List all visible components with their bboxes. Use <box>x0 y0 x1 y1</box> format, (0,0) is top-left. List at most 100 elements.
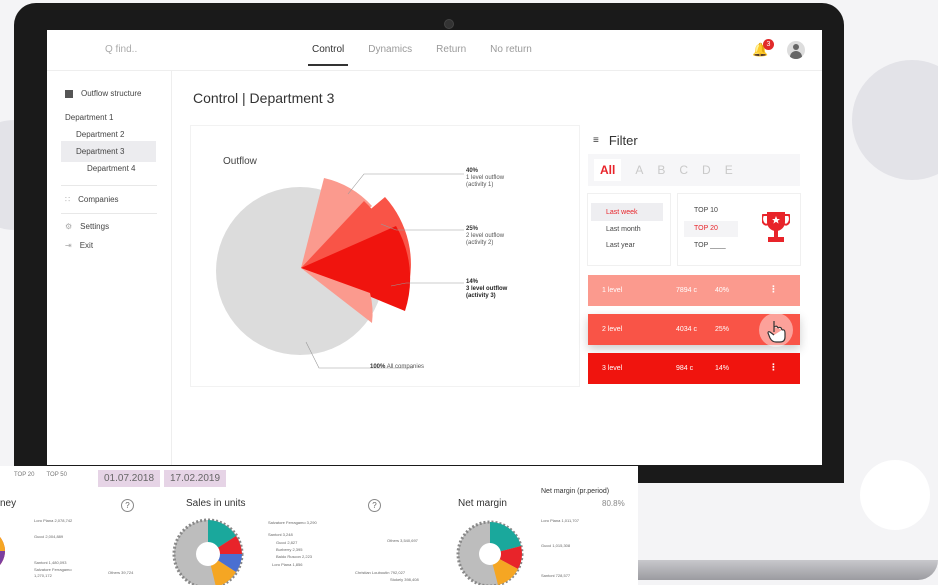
level-row-3[interactable]: 3 level 984 c 14% ⋮ <box>588 353 800 384</box>
app-screen: Q find.. Control Dynamics Return No retu… <box>47 30 822 465</box>
annotation-line: 3 level outflow <box>466 286 508 292</box>
top-option-custom[interactable]: TOP ____ <box>694 242 726 249</box>
overlay-tabs: TOP 20 TOP 50 <box>14 472 67 478</box>
sidebar-item-department-2[interactable]: Department 2 <box>76 130 124 139</box>
margin-label: Santoni 728,577 <box>541 573 571 578</box>
sidebar-item-label: Settings <box>80 222 110 231</box>
tab-return[interactable]: Return <box>436 44 466 66</box>
level-name: 2 level <box>602 326 623 333</box>
margin-label: Gucci 1,015,308 <box>541 543 571 548</box>
tab-dynamics[interactable]: Dynamics <box>368 44 412 66</box>
units-label: Salvatore Ferragamo 3,290 <box>268 520 317 525</box>
sidebar-item-department-1[interactable]: Department 1 <box>65 113 113 122</box>
annotation-line: 1 level outflow <box>466 175 505 181</box>
sidebar-item-label: Outflow structure <box>81 89 142 98</box>
search-placeholder: Q find.. <box>105 44 138 55</box>
help-icon[interactable]: ? <box>368 499 381 512</box>
sidebar: Outflow structure Department 1 Departmen… <box>47 70 172 465</box>
top-option-20[interactable]: TOP 20 <box>694 225 718 232</box>
help-icon[interactable]: ? <box>121 499 134 512</box>
tab-top-20[interactable]: TOP 20 <box>14 472 34 478</box>
level-pct: 14% <box>715 365 730 372</box>
avatar[interactable] <box>787 41 805 59</box>
sidebar-item-label: Exit <box>79 241 94 250</box>
money-label: Santoni 1,480,093 <box>34 560 67 565</box>
sidebar-item-department-3[interactable]: Department 3 <box>76 147 124 156</box>
top-bar: Q find.. Control Dynamics Return No retu… <box>47 30 822 71</box>
money-title: ney <box>0 498 17 509</box>
letter-filter-a[interactable]: A <box>635 163 643 177</box>
exit-icon: ⇥ <box>65 241 72 250</box>
period-option-last-week[interactable]: Last week <box>606 209 638 216</box>
tab-top-50[interactable]: TOP 50 <box>46 472 66 478</box>
period-option-last-month[interactable]: Last month <box>606 226 641 233</box>
sidebar-item-department-4[interactable]: Department 4 <box>87 164 135 173</box>
letter-filter-all[interactable]: All <box>594 159 622 181</box>
filter-title: Filter <box>608 133 638 148</box>
sidebar-item-outflow-structure[interactable]: Outflow structure <box>65 89 141 98</box>
units-label: Baldo Ruscon 2,223 <box>276 554 313 559</box>
background-shape <box>860 460 930 530</box>
top-filter-card: TOP 10 TOP 20 TOP ____ <box>678 194 800 265</box>
sidebar-item-settings[interactable]: ⚙ Settings <box>65 222 109 231</box>
hand-cursor-icon <box>759 313 793 347</box>
more-icon[interactable]: ⋮ <box>769 284 778 295</box>
units-others-label: Others 39,724 <box>108 570 134 575</box>
divider <box>61 185 157 186</box>
level-pct: 25% <box>715 326 730 333</box>
annotation-level-3: 14% 3 level outflow (activity 3) <box>466 279 507 300</box>
tab-control[interactable]: Control <box>307 44 349 66</box>
filter-header: ≡ Filter <box>593 133 638 148</box>
level-name: 1 level <box>602 287 623 294</box>
tab-no-return[interactable]: No return <box>490 44 532 66</box>
annotation-line: (activity 3) <box>466 293 496 299</box>
overlay-dashboard: TOP 20 TOP 50 01.07.2018 17.02.2019 ney … <box>0 466 638 585</box>
letter-filter-c[interactable]: C <box>679 163 688 177</box>
top-option-10[interactable]: TOP 10 <box>694 207 718 214</box>
money-pie <box>0 537 5 565</box>
camera-icon <box>444 19 454 29</box>
units-label: Gucci 2,827 <box>276 540 298 545</box>
annotation-total-pct: 100% <box>370 364 386 370</box>
period-filter-card: Last week Last month Last year <box>588 194 670 265</box>
net-margin-value: 80.8% <box>602 499 625 508</box>
margin-pie <box>456 520 524 585</box>
period-option-last-year[interactable]: Last year <box>606 242 635 249</box>
divider <box>61 213 157 214</box>
sidebar-item-label: Companies <box>78 195 119 204</box>
search-input[interactable]: Q find.. <box>105 44 137 55</box>
annotation-line: (activity 2) <box>466 240 494 246</box>
units-label: Loro Piana 1,856 <box>272 562 303 567</box>
net-margin-label: Net margin (pr.period) <box>541 488 610 495</box>
margin-others-label: Christian Louboutin 792,027 <box>355 570 406 575</box>
notification-badge: 3 <box>763 39 774 50</box>
gear-icon: ⚙ <box>65 222 73 231</box>
sidebar-item-exit[interactable]: ⇥ Exit <box>65 241 93 250</box>
hand-pointer-icon <box>767 321 786 343</box>
level-row-1[interactable]: 1 level 7894 c 40% ⋮ <box>588 275 800 306</box>
sidebar-item-companies[interactable]: ∷ Companies <box>65 195 119 204</box>
level-count: 7894 c <box>676 287 698 294</box>
people-icon: ∷ <box>65 195 71 204</box>
margin-label: Loro Piana 1,011,707 <box>541 518 579 523</box>
annotation-total: 100% All companies <box>370 364 424 371</box>
money-label: Loro Piana 2,078,742 <box>34 518 73 523</box>
units-pie <box>172 518 244 585</box>
date-from[interactable]: 01.07.2018 <box>98 470 161 487</box>
annotation-level-1: 40% 1 level outflow (activity 1) <box>466 168 504 189</box>
page-title: Control | Department 3 <box>193 90 335 106</box>
letter-filter-d[interactable]: D <box>702 163 711 177</box>
letter-filter-b[interactable]: B <box>657 163 665 177</box>
level-count: 4034 c <box>676 326 698 333</box>
date-to[interactable]: 17.02.2019 <box>164 470 227 487</box>
trophy-icon <box>762 212 790 242</box>
level-count: 984 c <box>676 365 694 372</box>
margin-others-label: Stokely 398,408 <box>390 577 419 582</box>
units-title: Sales in units <box>186 498 246 509</box>
more-icon[interactable]: ⋮ <box>769 362 778 373</box>
annotation-line: (activity 1) <box>466 182 494 188</box>
annotation-total-label: All companies <box>386 364 425 370</box>
money-label: 1,270,172 <box>34 573 52 578</box>
letter-filter-e[interactable]: E <box>725 163 733 177</box>
annotation-pct: 25% <box>466 226 479 232</box>
